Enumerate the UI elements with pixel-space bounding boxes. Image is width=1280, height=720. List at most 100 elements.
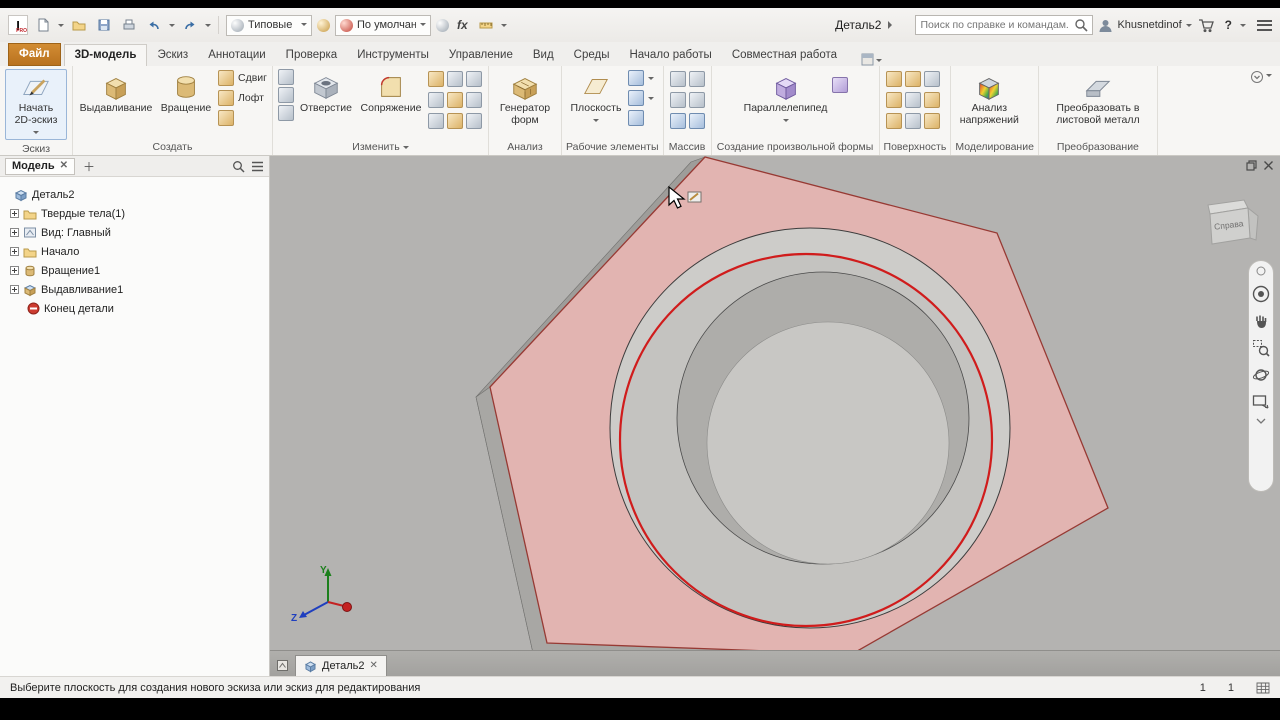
tab-strip-home-icon[interactable] <box>276 659 289 672</box>
tab-sketch[interactable]: Эскиз <box>147 45 198 66</box>
document-tab-close-icon[interactable]: ✕ <box>370 661 378 671</box>
fillet-button[interactable]: Сопряжение <box>358 69 424 118</box>
direct-edit-icon[interactable] <box>465 113 482 129</box>
expand-icon[interactable] <box>10 228 19 237</box>
panel-label-create[interactable]: Создать <box>73 138 272 155</box>
expand-icon[interactable] <box>10 266 19 275</box>
redo-button[interactable] <box>180 14 200 36</box>
qat-customize-caret[interactable] <box>500 24 507 30</box>
adjust-appearance-icon[interactable] <box>436 18 449 32</box>
convert-sheet-metal-button[interactable]: Преобразовать в листовой металл <box>1044 69 1152 130</box>
sweep-button[interactable]: Сдвиг <box>218 69 267 87</box>
trim-icon[interactable] <box>923 71 940 87</box>
tab-environments[interactable]: Среды <box>564 45 620 66</box>
tree-item-view-main[interactable]: Вид: Главный <box>0 223 269 242</box>
redo-caret[interactable] <box>205 24 211 30</box>
work-plane-caret[interactable] <box>592 118 599 125</box>
print-button[interactable] <box>119 14 139 36</box>
tree-item-revolution1[interactable]: Вращение1 <box>0 261 269 280</box>
orbit-icon[interactable] <box>1252 366 1270 384</box>
tree-item-origin[interactable]: Начало <box>0 242 269 261</box>
work-axis-button[interactable] <box>627 69 654 87</box>
expand-icon[interactable] <box>10 209 19 218</box>
work-point-button[interactable] <box>627 89 654 107</box>
tree-item-extrusion1[interactable]: Выдавливание1 <box>0 280 269 299</box>
patch-icon[interactable] <box>904 71 921 87</box>
replace-face-icon[interactable] <box>904 113 921 129</box>
viewcube[interactable]: Справа <box>1202 194 1266 255</box>
panel-label-work-features[interactable]: Рабочие элементы <box>562 138 663 155</box>
measure-button[interactable] <box>476 14 496 36</box>
panel-label-explore[interactable]: Анализ <box>489 138 561 155</box>
pattern-extra-icon[interactable] <box>669 113 686 129</box>
close-window-icon[interactable] <box>1263 160 1274 171</box>
freeform-box-button[interactable]: Параллелепипед <box>743 69 829 128</box>
offset-surface-icon[interactable] <box>885 113 902 129</box>
graphics-viewport[interactable]: Справа Y Z Деталь2 ✕ <box>270 156 1280 676</box>
tab-view[interactable]: Вид <box>523 45 564 66</box>
draft-icon[interactable] <box>277 105 294 121</box>
model-scene[interactable] <box>270 156 1280 650</box>
loft-button[interactable]: Лофт <box>218 89 267 107</box>
parameters-button[interactable]: fx <box>454 18 471 32</box>
viewcube-icon[interactable]: Справа <box>1202 194 1266 252</box>
ucs-button[interactable] <box>627 109 654 127</box>
delete-face-icon[interactable] <box>446 113 463 129</box>
pattern-extra2-icon[interactable] <box>688 113 705 129</box>
tab-file[interactable]: Файл <box>8 43 61 66</box>
panel-label-freeform[interactable]: Создание произвольной формы <box>712 138 879 155</box>
tree-item-end-of-part[interactable]: Конец детали <box>0 299 269 318</box>
new-document-caret[interactable] <box>58 24 64 30</box>
extrude-button[interactable]: Выдавливание <box>78 69 154 118</box>
help-button[interactable]: ? <box>1222 17 1235 33</box>
browser-menu-icon[interactable] <box>251 161 264 172</box>
stress-analysis-button[interactable]: Анализ напряжений <box>956 69 1022 130</box>
revolve-button[interactable]: Вращение <box>157 69 215 118</box>
coil-button[interactable] <box>218 109 267 127</box>
panel-label-convert[interactable]: Преобразование <box>1039 138 1157 155</box>
tab-tools[interactable]: Инструменты <box>347 45 439 66</box>
appearance-sphere-icon[interactable] <box>317 18 330 32</box>
tab-annotations[interactable]: Аннотации <box>198 45 275 66</box>
appearance-combo[interactable]: По умолчанию <box>335 14 431 36</box>
material-combo[interactable]: Типовые <box>226 14 312 36</box>
open-button[interactable] <box>69 14 89 36</box>
app-store-button[interactable] <box>1197 14 1217 36</box>
tab-get-started[interactable]: Начало работы <box>619 45 721 66</box>
zoom-window-icon[interactable] <box>1252 339 1270 357</box>
expand-icon[interactable] <box>10 247 19 256</box>
pan-hand-icon[interactable] <box>1252 312 1270 330</box>
search-icon[interactable] <box>1074 18 1089 32</box>
restore-window-icon[interactable] <box>1246 160 1257 171</box>
status-grid-icon[interactable] <box>1256 682 1270 694</box>
ribbon-display-options[interactable] <box>861 53 883 66</box>
copy-object-icon[interactable] <box>465 92 482 108</box>
tab-inspect[interactable]: Проверка <box>276 45 348 66</box>
combine-icon[interactable] <box>465 71 482 87</box>
thread-icon[interactable] <box>427 71 444 87</box>
panel-label-pattern[interactable]: Массив <box>664 138 711 155</box>
tab-collaborate[interactable]: Совместная работа <box>722 45 847 66</box>
tree-item-solid-bodies[interactable]: Твердые тела(1) <box>0 204 269 223</box>
panel-label-surface[interactable]: Поверхность <box>880 138 951 155</box>
work-plane-button[interactable]: Плоскость <box>567 69 625 128</box>
panel-label-sketch[interactable]: Эскиз <box>0 143 72 156</box>
document-tab[interactable]: Деталь2 ✕ <box>295 655 387 676</box>
undo-button[interactable] <box>144 14 164 36</box>
tab-manage[interactable]: Управление <box>439 45 523 66</box>
undo-caret[interactable] <box>169 24 175 30</box>
freeform-convert-icon[interactable] <box>831 77 848 93</box>
shape-generator-button[interactable]: Генератор форм <box>494 69 556 130</box>
mirror-icon[interactable] <box>669 92 686 108</box>
browser-add-tab-button[interactable]: ＋ <box>80 158 98 175</box>
sculpt-icon[interactable] <box>904 92 921 108</box>
start-2d-sketch-button[interactable]: Начать 2D-эскиз <box>5 69 67 140</box>
chamfer-icon[interactable] <box>277 69 294 85</box>
full-navigation-wheel-icon[interactable] <box>1252 285 1270 303</box>
browser-search-icon[interactable] <box>232 160 245 173</box>
tab-3d-model[interactable]: 3D-модель <box>63 44 148 66</box>
menu-hamburger-icon[interactable] <box>1257 19 1272 31</box>
search-expander-caret[interactable] <box>888 21 896 29</box>
help-search-input[interactable] <box>920 19 1075 31</box>
user-account[interactable]: Khusnetdinof <box>1098 18 1192 33</box>
